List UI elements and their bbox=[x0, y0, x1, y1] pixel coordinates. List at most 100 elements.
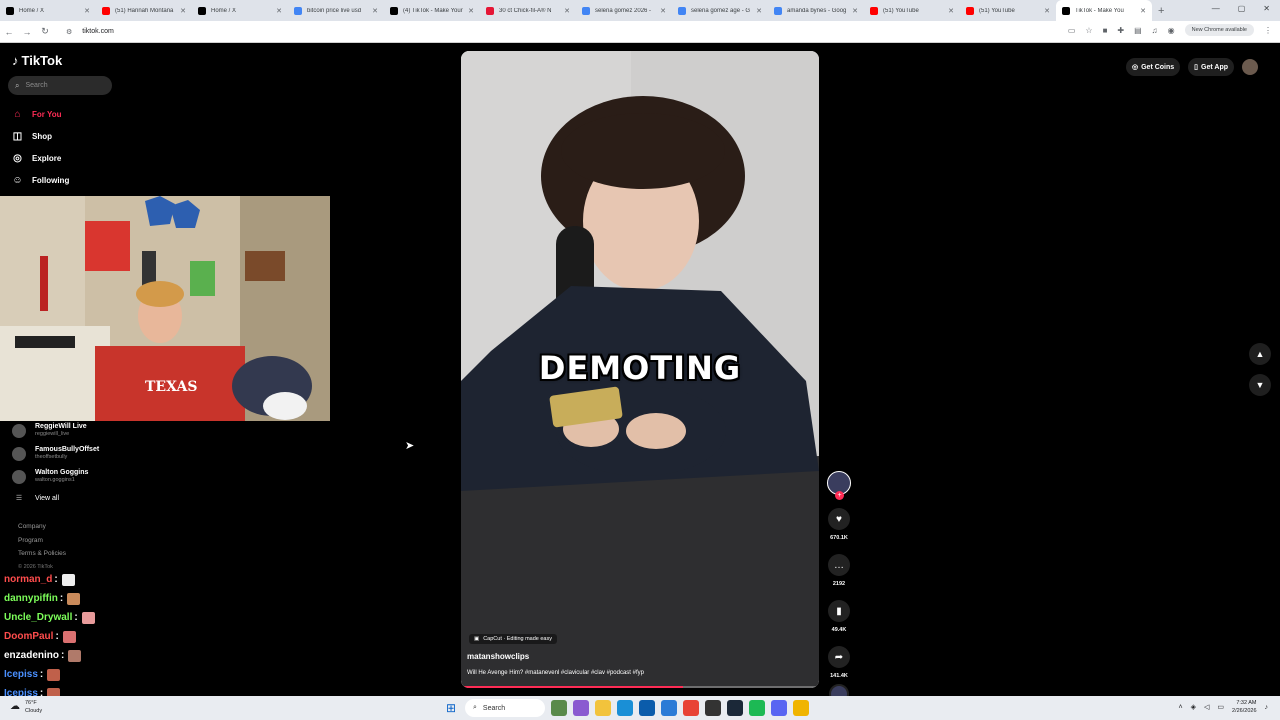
browser-tab[interactable]: 30 ct Chick-fil-A® N ✕ bbox=[480, 0, 576, 21]
tab-close-icon[interactable]: ✕ bbox=[564, 7, 570, 15]
footer-terms-link[interactable]: Terms & Policies bbox=[18, 550, 66, 564]
sidebar-item-for-you[interactable]: ⌂ For You bbox=[10, 103, 69, 125]
battery-icon[interactable]: ▭ bbox=[1217, 703, 1224, 711]
chrome-browser-icon[interactable] bbox=[683, 700, 699, 716]
browser-tab[interactable]: TikTok - Make You ✕ bbox=[1056, 0, 1152, 21]
spotify-icon[interactable] bbox=[749, 700, 765, 716]
tab-close-icon[interactable]: ✕ bbox=[852, 7, 858, 15]
new-tab-icon[interactable]: + bbox=[1158, 5, 1164, 17]
following-account-item[interactable]: ReggieWill Live reggiewill_live bbox=[12, 419, 99, 442]
new-chrome-button[interactable]: New Chrome available bbox=[1184, 24, 1254, 36]
footer-program-link[interactable]: Program bbox=[18, 537, 66, 551]
tab-close-icon[interactable]: ✕ bbox=[468, 7, 474, 15]
weather-widget[interactable]: ☁ 76°F Cloudy bbox=[10, 699, 42, 715]
weather-cloud-icon: ☁ bbox=[10, 701, 20, 712]
taskbar-app-icon[interactable] bbox=[573, 700, 589, 716]
like-heart-icon[interactable]: ♥ bbox=[828, 508, 850, 530]
taskbar-app-icon[interactable] bbox=[705, 700, 721, 716]
browser-tab[interactable]: amanda bynes - Goog ✕ bbox=[768, 0, 864, 21]
sidebar-item-shop[interactable]: ◫ Shop bbox=[10, 125, 69, 147]
profile-icon[interactable]: ◉ bbox=[1168, 26, 1175, 35]
taskbar-clock[interactable]: 7:32 AM 2/26/2026 bbox=[1232, 699, 1256, 715]
footer-company-link[interactable]: Company bbox=[18, 523, 66, 537]
edge-browser-icon[interactable] bbox=[617, 700, 633, 716]
tab-close-icon[interactable]: ✕ bbox=[276, 7, 282, 15]
tab-close-icon[interactable]: ✕ bbox=[1044, 7, 1050, 15]
maximize-icon[interactable]: ▢ bbox=[1238, 4, 1246, 13]
tab-close-icon[interactable]: ✕ bbox=[180, 7, 186, 15]
install-icon[interactable]: ▭ bbox=[1068, 26, 1076, 35]
user-avatar[interactable] bbox=[1242, 59, 1258, 75]
sidebar-item-following[interactable]: ☺ Following bbox=[10, 169, 69, 191]
like-count: 670.1K bbox=[830, 535, 848, 541]
tab-close-icon[interactable]: ✕ bbox=[756, 7, 762, 15]
next-video-chevron-down-icon[interactable]: ▼ bbox=[1249, 374, 1271, 396]
file-explorer-icon[interactable] bbox=[595, 700, 611, 716]
tab-close-icon[interactable]: ✕ bbox=[1140, 7, 1146, 15]
system-tray: ˄ ◈ ◁ ▭ 7:32 AM 2/26/2026 ♪ bbox=[1179, 699, 1268, 715]
taskbar-search[interactable]: ⌕ Search bbox=[465, 699, 545, 717]
browser-tab[interactable]: Home / X ✕ bbox=[192, 0, 288, 21]
tray-chevron-up-icon[interactable]: ˄ bbox=[1179, 704, 1183, 711]
back-icon[interactable]: ← bbox=[0, 27, 18, 37]
reload-icon[interactable]: ↻ bbox=[36, 26, 54, 37]
video-author[interactable]: matanshowclips bbox=[467, 652, 529, 661]
browser-tab[interactable]: selena gomez 2026 - ✕ bbox=[576, 0, 672, 21]
bookmark-icon[interactable]: ▮ bbox=[828, 600, 850, 622]
video-progress-bar[interactable] bbox=[461, 686, 819, 688]
tab-close-icon[interactable]: ✕ bbox=[372, 7, 378, 15]
steam-icon[interactable] bbox=[727, 700, 743, 716]
chat-username: DoomPaul bbox=[4, 631, 54, 642]
tab-close-icon[interactable]: ✕ bbox=[84, 7, 90, 15]
windows-start-icon[interactable]: ⊞ bbox=[446, 701, 456, 715]
sidebar-item-label: Following bbox=[32, 175, 70, 185]
url-input[interactable]: ⚙ tiktok.com bbox=[62, 24, 1022, 40]
tab-close-icon[interactable]: ✕ bbox=[948, 7, 954, 15]
taskbar-app-icon[interactable] bbox=[661, 700, 677, 716]
comment-icon[interactable]: … bbox=[828, 554, 850, 576]
tab-close-icon[interactable]: ✕ bbox=[660, 7, 666, 15]
chat-separator: : bbox=[74, 612, 78, 623]
browser-tab[interactable]: (4) TikTok - Make Your ✕ bbox=[384, 0, 480, 21]
browser-tab[interactable]: bitcoin price live usd ✕ bbox=[288, 0, 384, 21]
bookmark-star-icon[interactable]: ☆ bbox=[1085, 26, 1092, 35]
following-account-item[interactable]: FamousBullyOffset theoffsetbully bbox=[12, 442, 99, 465]
follow-plus-icon[interactable]: + bbox=[835, 491, 844, 500]
media-icon[interactable]: ♫ bbox=[1152, 26, 1158, 35]
browser-tab[interactable]: (51) Hannah Montana ✕ bbox=[96, 0, 192, 21]
extension-icon[interactable]: ■ bbox=[1103, 26, 1108, 35]
browser-tab[interactable]: (51) YouTube ✕ bbox=[864, 0, 960, 21]
search-input[interactable]: ⌕ Search bbox=[8, 76, 112, 95]
get-coins-button[interactable]: ◎ Get Coins bbox=[1126, 58, 1181, 76]
discord-icon[interactable] bbox=[771, 700, 787, 716]
sidepanel-icon[interactable]: ▤ bbox=[1134, 26, 1142, 35]
sidebar-item-explore[interactable]: ◎ Explore bbox=[10, 147, 69, 169]
chat-emote-icon bbox=[47, 668, 61, 681]
get-app-button[interactable]: ▯ Get App bbox=[1188, 58, 1234, 76]
browser-tab[interactable]: (51) YouTube ✕ bbox=[960, 0, 1056, 21]
extensions-puzzle-icon[interactable]: ✚ bbox=[1117, 26, 1124, 35]
taskbar-app-icon[interactable] bbox=[551, 700, 567, 716]
network-icon[interactable]: ◈ bbox=[1191, 703, 1196, 711]
taskbar-app-icon[interactable] bbox=[639, 700, 655, 716]
minimize-icon[interactable]: — bbox=[1212, 4, 1220, 13]
browser-tab[interactable]: selena gomez age - G ✕ bbox=[672, 0, 768, 21]
share-arrow-icon[interactable]: ➦ bbox=[828, 646, 850, 668]
browser-tab[interactable]: Home / X ✕ bbox=[0, 0, 96, 21]
taskbar-app-icon[interactable] bbox=[793, 700, 809, 716]
volume-icon[interactable]: ◁ bbox=[1204, 703, 1209, 711]
account-name: Walton Goggins bbox=[35, 469, 89, 476]
previous-video-chevron-up-icon[interactable]: ▲ bbox=[1249, 343, 1271, 365]
menu-icon[interactable]: ⋮ bbox=[1264, 26, 1272, 35]
close-window-icon[interactable]: ✕ bbox=[1263, 4, 1270, 13]
notification-bell-icon[interactable]: ♪ bbox=[1265, 704, 1269, 711]
capcut-badge[interactable]: ▣ CapCut · Editing made easy bbox=[469, 634, 557, 644]
video-player[interactable]: DEMOTING ▣ CapCut · Editing made easy ma… bbox=[461, 51, 819, 688]
following-account-item[interactable]: Walton Goggins walton.goggins1 bbox=[12, 465, 99, 488]
tiktok-logo[interactable]: ♪ TikTok bbox=[12, 53, 62, 68]
creator-avatar[interactable]: + bbox=[827, 471, 851, 500]
view-all-button[interactable]: ☰ View all bbox=[12, 490, 99, 506]
forward-icon[interactable]: → bbox=[18, 27, 36, 37]
site-info-icon[interactable]: ⚙ bbox=[66, 28, 72, 36]
taskbar-apps bbox=[551, 700, 809, 716]
